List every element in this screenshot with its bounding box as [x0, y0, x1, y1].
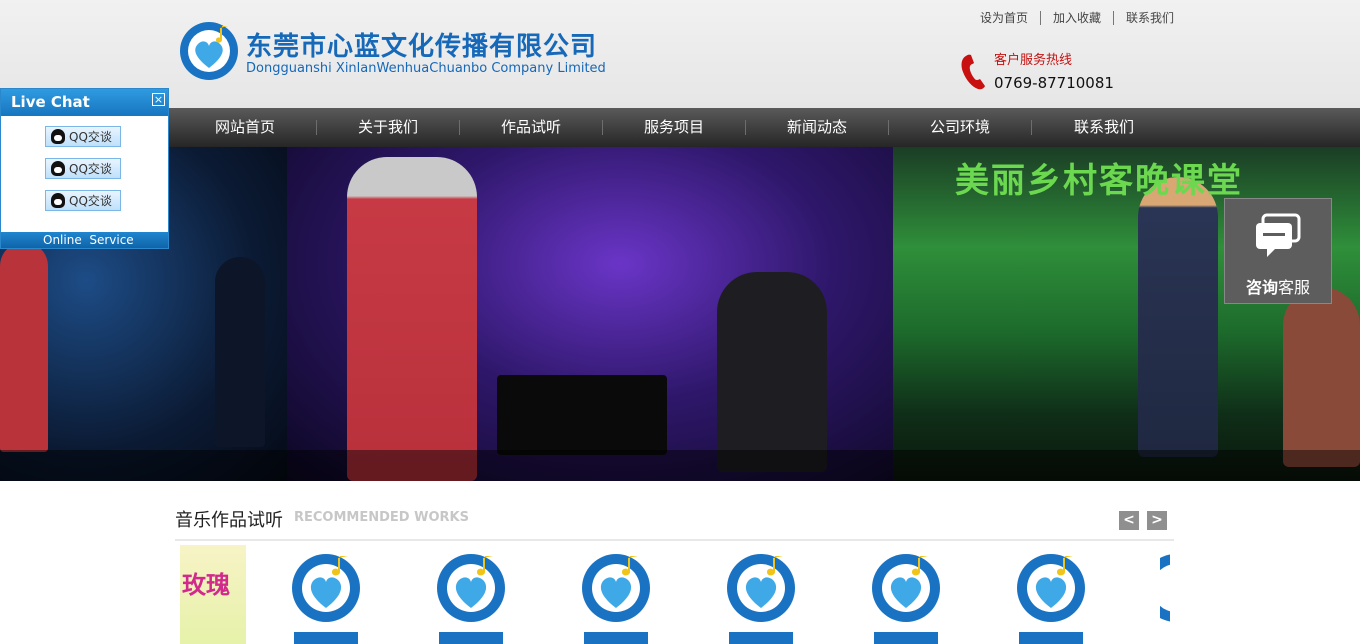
section-title: 音乐作品试听: [175, 510, 283, 531]
banner-caption-strip: [0, 450, 1360, 481]
consult-label: 咨询客服: [1225, 274, 1331, 298]
musician-figure: [215, 257, 265, 447]
nav-divider: [1031, 120, 1032, 135]
work-thumbnail-logo-icon[interactable]: [570, 548, 660, 644]
consult-label-rest: 客服: [1278, 278, 1311, 297]
close-icon[interactable]: ×: [152, 93, 165, 106]
prev-arrow-button[interactable]: <: [1119, 511, 1139, 530]
top-links: 设为首页 加入收藏 联系我们: [968, 9, 1186, 27]
qq-chat-label: QQ交谈: [69, 194, 112, 208]
piano-shape: [497, 375, 667, 455]
add-favorite-link[interactable]: 加入收藏: [1040, 11, 1113, 25]
qq-penguin-icon: [51, 129, 65, 144]
nav-works[interactable]: 作品试听: [471, 108, 591, 147]
work-thumbnail-logo-icon[interactable]: [425, 548, 515, 644]
pianist-figure: [717, 272, 827, 472]
qq-chat-button-2[interactable]: QQ交谈: [45, 158, 121, 179]
banner-slide-center: [287, 147, 893, 481]
nav-divider: [459, 120, 460, 135]
company-name-en: Dongguanshi XinlanWenhuaChuanbo Company …: [246, 61, 606, 76]
folk-figure: [1283, 287, 1360, 467]
work-thumbnail-logo-icon: [1160, 554, 1170, 622]
nav-about[interactable]: 关于我们: [328, 108, 448, 147]
qq-chat-label: QQ交谈: [69, 162, 112, 176]
qq-penguin-icon: [51, 193, 65, 208]
set-homepage-link[interactable]: 设为首页: [968, 11, 1040, 25]
nav-home[interactable]: 网站首页: [185, 108, 305, 147]
host-figure: [1138, 177, 1218, 457]
company-logo-icon[interactable]: [178, 20, 240, 82]
contact-us-link[interactable]: 联系我们: [1113, 11, 1186, 25]
next-arrow-button[interactable]: >: [1147, 511, 1167, 530]
consult-label-bold: 咨询: [1245, 278, 1278, 297]
nav-contact[interactable]: 联系我们: [1044, 108, 1164, 147]
qq-penguin-icon: [51, 161, 65, 176]
live-chat-title: Live Chat: [11, 93, 90, 111]
main-nav: 网站首页 关于我们 作品试听 服务项目 新闻动态 公司环境 联系我们: [0, 108, 1360, 147]
work-thumbnail-logo-icon[interactable]: [715, 548, 805, 644]
nav-divider: [745, 120, 746, 135]
hero-banner[interactable]: 美丽乡村客晚课堂: [0, 147, 1360, 481]
nav-divider: [602, 120, 603, 135]
work-thumbnail-title: 玫瑰: [182, 571, 230, 599]
hotline-label: 客户服务热线: [994, 53, 1073, 68]
consult-service-widget[interactable]: 咨询客服: [1224, 198, 1332, 304]
qq-chat-label: QQ交谈: [69, 130, 112, 144]
section-subtitle: RECOMMENDED WORKS: [294, 510, 469, 525]
company-name-cn: 东莞市心蓝文化传播有限公司: [246, 32, 598, 62]
work-thumbnail-logo-icon[interactable]: [1005, 548, 1095, 644]
live-chat-panel: Live Chat × QQ交谈 QQ交谈 QQ交谈 Online Servic…: [0, 88, 169, 249]
chat-bubble-icon: [1256, 213, 1301, 257]
nav-divider: [888, 120, 889, 135]
work-thumbnail-logo-icon[interactable]: [860, 548, 950, 644]
hotline-number: 0769-87710081: [994, 74, 1114, 92]
section-divider: [175, 539, 1174, 541]
nav-environment[interactable]: 公司环境: [900, 108, 1020, 147]
work-thumbnail-logo-icon[interactable]: [280, 548, 370, 644]
performer-figure: [0, 242, 48, 452]
banner-slide-caption: 美丽乡村客晚课堂: [955, 161, 1243, 201]
nav-news[interactable]: 新闻动态: [757, 108, 877, 147]
phone-icon: [961, 54, 985, 90]
header: 东莞市心蓝文化传播有限公司 Dongguanshi XinlanWenhuaCh…: [0, 0, 1360, 108]
online-service-label: Online Service: [43, 233, 134, 247]
qq-chat-button-1[interactable]: QQ交谈: [45, 126, 121, 147]
nav-divider: [316, 120, 317, 135]
qq-chat-button-3[interactable]: QQ交谈: [45, 190, 121, 211]
work-thumbnail-partial[interactable]: [1160, 548, 1170, 644]
nav-services[interactable]: 服务项目: [614, 108, 734, 147]
singer-figure: [347, 157, 477, 481]
